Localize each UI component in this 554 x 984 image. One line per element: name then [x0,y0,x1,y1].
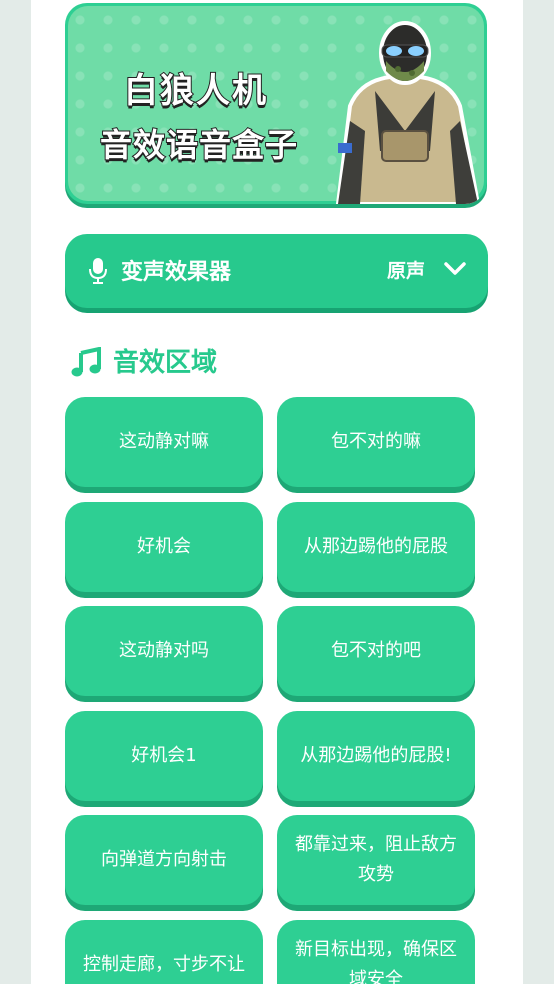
sound-button[interactable]: 包不对的吧 [277,606,475,696]
banner: 白狼人机 音效语音盒子 [65,3,487,204]
sound-button[interactable]: 这动静对吗 [65,606,263,696]
microphone-icon [89,258,107,284]
sound-button[interactable]: 包不对的嘛 [277,397,475,487]
music-note-icon [71,347,101,377]
soldier-avatar [335,21,481,204]
voice-changer-dropdown[interactable]: 变声效果器 原声 [65,234,488,308]
sound-button[interactable]: 新目标出现，确保区域安全 [277,920,475,984]
sound-button[interactable]: 好机会1 [65,711,263,801]
sound-button[interactable]: 向弹道方向射击 [65,815,263,905]
voice-changer-label: 变声效果器 [121,260,232,285]
section-title: 音效区域 [113,348,218,378]
sound-button[interactable]: 都靠过来，阻止敌方攻势 [277,815,475,905]
sound-button[interactable]: 这动静对嘛 [65,397,263,487]
voice-changer-value: 原声 [387,260,426,282]
sound-button[interactable]: 从那边踢他的屁股 [277,502,475,592]
sound-button[interactable]: 好机会 [65,502,263,592]
sound-button[interactable]: 从那边踢他的屁股! [277,711,475,801]
sound-button[interactable]: 控制走廊，寸步不让 [65,920,263,984]
page: 白狼人机 音效语音盒子 变声效果器 原声 音效区域 这动静对嘛 包不对的嘛 好机… [31,0,523,984]
chevron-down-icon [444,262,466,275]
banner-subtitle: 音效语音盒子 [99,125,298,165]
banner-title: 白狼人机 [123,70,268,112]
